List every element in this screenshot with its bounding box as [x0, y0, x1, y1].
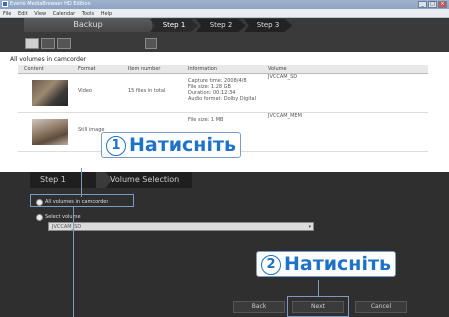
row-item-count: 15 files in total	[128, 88, 166, 94]
chevron-down-icon: ▾	[308, 224, 311, 230]
volume-dropdown-value: JVCCAM_SD	[52, 224, 82, 230]
highlight-box	[287, 296, 349, 317]
column-information[interactable]: Information	[188, 66, 217, 72]
row-format: Still image	[78, 127, 105, 133]
menu-file[interactable]: File	[3, 11, 11, 17]
backup-mode-tab[interactable]: Backup	[24, 18, 152, 32]
callout-text: Натисніть	[284, 253, 391, 275]
callout-click-2: 2 Натисніть	[256, 251, 396, 277]
volume-dropdown[interactable]: JVCCAM_SD ▾	[48, 222, 314, 231]
callout-click-1: 1 Натисніть	[101, 132, 241, 158]
cancel-button[interactable]: Cancel	[355, 301, 407, 313]
radio-select-volume[interactable]	[36, 214, 43, 221]
column-content[interactable]: Content	[24, 66, 44, 72]
minimize-icon[interactable]: _	[418, 1, 427, 8]
list-view-icon[interactable]	[41, 38, 55, 49]
highlight-box	[30, 194, 134, 207]
row-info-line: Audio format: Dolby Digital	[188, 96, 256, 102]
row-info-line: File size: 1 MB	[188, 117, 224, 123]
callout-number: 1	[106, 136, 126, 156]
still-image-thumbnail	[32, 119, 68, 145]
close-icon[interactable]: ×	[438, 1, 447, 8]
column-volume[interactable]: Volume	[268, 66, 287, 72]
row-format: Video	[78, 88, 93, 94]
row-volume: JVCCAM_SD	[268, 74, 298, 80]
callout-leader-line	[81, 168, 82, 197]
menu-tools[interactable]: Tools	[82, 11, 94, 17]
callout-leader-line	[73, 207, 74, 317]
menu-help[interactable]: Help	[101, 11, 112, 17]
video-thumbnail	[32, 80, 68, 106]
menu-bar: File Edit View Calendar Tools Help	[0, 9, 449, 18]
step-3-indicator: Step 3	[244, 19, 292, 32]
volume-list-header: Content Format Item number Information V…	[18, 65, 428, 74]
callout-text: Натисніть	[129, 134, 236, 156]
window-title: Everio MediaBrowser HD Edition	[10, 1, 91, 7]
folder-icon[interactable]	[145, 38, 157, 49]
step-2-indicator: Step 2	[196, 19, 246, 32]
callout-leader-line	[318, 280, 319, 296]
row-volume: JVCCAM_MEM	[268, 113, 302, 119]
panel-tab-title: Volume Selection	[110, 175, 180, 184]
menu-edit[interactable]: Edit	[18, 11, 28, 17]
column-format[interactable]: Format	[78, 66, 96, 72]
volume-row[interactable]: Video 15 files in total Capture time: 20…	[18, 74, 428, 113]
app-icon	[2, 1, 8, 7]
panel-step-label: Step 1	[40, 175, 66, 184]
step-1-indicator: Step 1	[150, 19, 198, 32]
volume-list-title: All volumes in camcorder	[10, 56, 87, 63]
back-button[interactable]: Back	[233, 301, 285, 313]
radio-select-volume-label: Select volume	[45, 214, 81, 220]
maximize-icon[interactable]: □	[428, 1, 437, 8]
column-item-number[interactable]: Item number	[128, 66, 161, 72]
menu-view[interactable]: View	[34, 11, 46, 17]
detail-view-icon[interactable]	[57, 38, 71, 49]
callout-number: 2	[261, 255, 281, 275]
thumbnail-view-icon[interactable]	[25, 38, 39, 49]
title-bar: Everio MediaBrowser HD Edition _ □ ×	[0, 0, 449, 9]
menu-calendar[interactable]: Calendar	[53, 11, 75, 17]
